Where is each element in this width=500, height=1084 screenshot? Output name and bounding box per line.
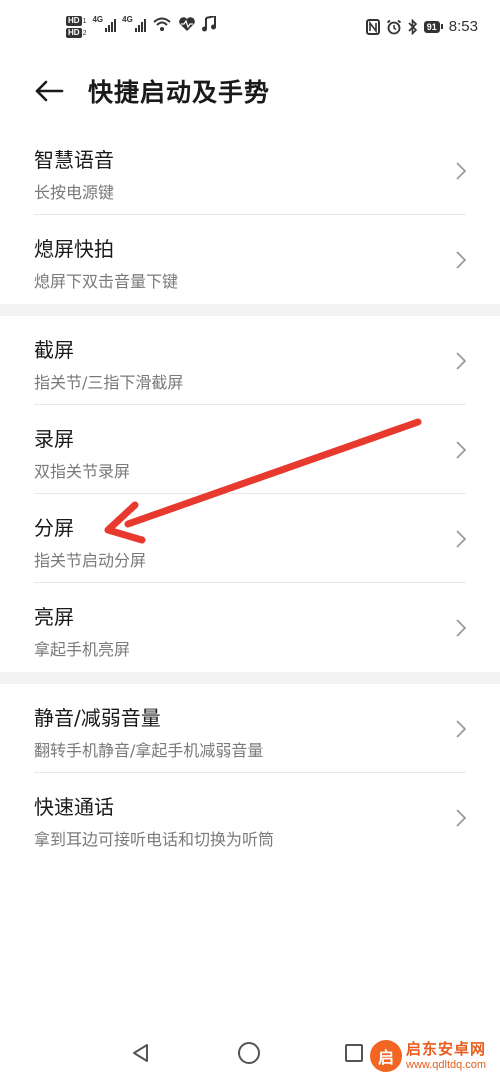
battery-icon: 91: [423, 20, 443, 33]
item-subtitle: 拿到耳边可接听电话和切换为听筒: [34, 830, 275, 849]
signal-icon: 4G: [92, 16, 117, 32]
signal-icon: 4G: [122, 16, 146, 32]
nfc-icon: [365, 18, 380, 35]
list-item-mute-volume[interactable]: 静音/减弱音量 翻转手机静音/拿起手机减弱音量: [0, 684, 500, 773]
item-title: 亮屏: [34, 605, 74, 629]
list-item-wake-screen[interactable]: 亮屏 拿起手机亮屏: [0, 583, 500, 672]
list-item-screenshot[interactable]: 截屏 指关节/三指下滑截屏: [0, 316, 500, 405]
home-circle-icon[interactable]: [238, 1042, 260, 1064]
recents-square-icon[interactable]: [345, 1044, 363, 1062]
chevron-right-icon: [456, 162, 466, 180]
wifi-icon: [153, 17, 171, 31]
item-subtitle: 长按电源键: [34, 183, 115, 202]
item-title: 智慧语音: [34, 148, 114, 172]
list-item-quick-call[interactable]: 快速通话 拿到耳边可接听电话和切换为听筒: [0, 773, 500, 862]
item-title: 熄屏快拍: [34, 237, 114, 261]
bluetooth-icon: [408, 18, 417, 35]
list-item-screen-off-snapshot[interactable]: 熄屏快拍 熄屏下双击音量下键: [0, 215, 500, 304]
watermark-name: 启东安卓网: [406, 1039, 487, 1058]
health-heart-icon: [179, 17, 195, 31]
item-subtitle: 指关节启动分屏: [34, 551, 147, 570]
item-title: 录屏: [34, 427, 74, 451]
chevron-right-icon: [456, 441, 466, 459]
list-item-smart-voice[interactable]: 智慧语音 长按电源键: [0, 126, 500, 215]
group-separator: [0, 304, 500, 316]
music-icon: [201, 16, 216, 32]
item-subtitle: 指关节/三指下滑截屏: [34, 373, 184, 392]
hd-badge: HD: [66, 28, 82, 38]
status-right: 91 8:53: [365, 18, 478, 35]
app-header: 快捷启动及手势: [0, 60, 500, 124]
item-title: 快速通话: [34, 795, 114, 819]
watermark: 启 启东安卓网 www.qdltdq.com: [370, 1040, 486, 1072]
chevron-right-icon: [456, 352, 466, 370]
settings-list: 智慧语音 长按电源键 熄屏快拍 熄屏下双击音量下键 截屏 指关节/三指下滑截屏 …: [0, 126, 500, 862]
item-subtitle: 双指关节录屏: [34, 462, 131, 481]
settings-group: 智慧语音 长按电源键 熄屏快拍 熄屏下双击音量下键: [0, 126, 500, 304]
item-title: 静音/减弱音量: [34, 706, 161, 730]
group-separator: [0, 672, 500, 684]
alarm-icon: [386, 19, 401, 34]
back-triangle-icon[interactable]: [130, 1042, 152, 1064]
item-title: 分屏: [34, 516, 74, 540]
battery-level: 91: [423, 20, 440, 33]
chevron-right-icon: [456, 720, 466, 738]
chevron-right-icon: [456, 530, 466, 548]
item-subtitle: 翻转手机静音/拿起手机减弱音量: [34, 741, 264, 760]
page-title: 快捷启动及手势: [88, 78, 271, 107]
settings-group: 截屏 指关节/三指下滑截屏 录屏 双指关节录屏 分屏 指关节启动分屏 亮屏 拿起…: [0, 316, 500, 672]
item-title: 截屏: [34, 338, 74, 362]
back-arrow-icon[interactable]: [32, 74, 66, 108]
clock-time: 8:53: [448, 18, 478, 35]
item-subtitle: 拿起手机亮屏: [34, 640, 131, 659]
watermark-logo-icon: 启: [370, 1040, 402, 1072]
chevron-right-icon: [456, 809, 466, 827]
hd-badge: HD: [66, 16, 82, 26]
chevron-right-icon: [456, 251, 466, 269]
status-bar: HD 1 HD 2 4G 4G 91 8:53: [0, 0, 500, 60]
chevron-right-icon: [456, 619, 466, 637]
item-subtitle: 熄屏下双击音量下键: [34, 272, 179, 291]
status-left: HD 1 HD 2 4G 4G: [66, 16, 216, 38]
settings-group: 静音/减弱音量 翻转手机静音/拿起手机减弱音量 快速通话 拿到耳边可接听电话和切…: [0, 684, 500, 862]
watermark-url: www.qdltdq.com: [406, 1058, 487, 1071]
list-item-split-screen[interactable]: 分屏 指关节启动分屏: [0, 494, 500, 583]
list-item-screen-record[interactable]: 录屏 双指关节录屏: [0, 405, 500, 494]
